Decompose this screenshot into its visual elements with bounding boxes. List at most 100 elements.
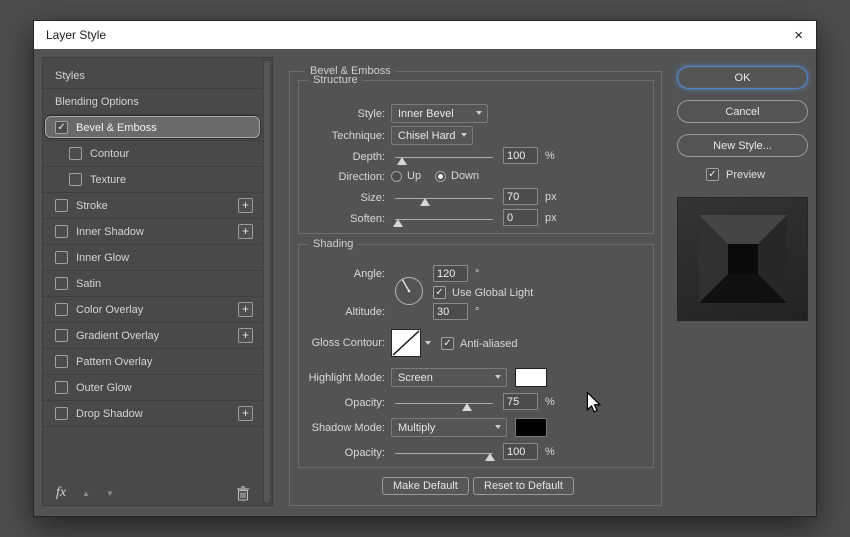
move-effect-down-icon[interactable]: ▼ [106, 489, 114, 498]
delete-effect-icon[interactable] [236, 485, 250, 501]
style-dropdown[interactable]: Inner Bevel [391, 104, 488, 123]
technique-dropdown[interactable]: Chisel Hard [391, 126, 473, 145]
angle-input[interactable] [433, 265, 468, 282]
altitude-unit: ° [475, 306, 480, 318]
sidebar-item-texture[interactable]: Texture [43, 167, 263, 193]
shadow-mode-value: Multiply [398, 421, 436, 434]
shadow-opacity-unit: % [545, 446, 555, 458]
add-effect-button[interactable]: + [238, 328, 253, 343]
effect-checkbox[interactable] [55, 355, 68, 368]
add-effect-button[interactable]: + [238, 198, 253, 213]
size-slider[interactable] [395, 191, 493, 206]
shadow-color-swatch[interactable] [515, 418, 547, 437]
shadow-opacity-slider[interactable] [395, 446, 496, 461]
sidebar-item-inner-glow[interactable]: Inner Glow [43, 245, 263, 271]
add-effect-button[interactable]: + [238, 406, 253, 421]
sidebar-item-stroke[interactable]: Stroke + [43, 193, 263, 219]
effect-checkbox[interactable] [55, 407, 68, 420]
soften-slider[interactable] [392, 212, 493, 227]
cancel-button[interactable]: Cancel [677, 100, 808, 123]
shading-group: Shading Angle: ° ✓ Use Global Light Alti… [298, 238, 654, 468]
depth-label: Depth: [352, 151, 385, 163]
slider-track [395, 403, 493, 404]
highlight-color-swatch[interactable] [515, 368, 547, 387]
effect-checkbox[interactable] [55, 303, 68, 316]
highlight-opacity-input[interactable] [503, 393, 538, 410]
sidebar-item-blending-options[interactable]: Blending Options [43, 89, 263, 115]
effect-checkbox[interactable]: ✓ [55, 121, 68, 134]
gloss-contour-swatch[interactable] [391, 329, 421, 357]
highlight-mode-dropdown[interactable]: Screen [391, 368, 507, 387]
depth-input[interactable] [503, 147, 538, 164]
sidebar-item-label: Contour [90, 147, 130, 160]
reset-to-default-button[interactable]: Reset to Default [473, 477, 574, 495]
sidebar-item-styles[interactable]: Styles [43, 63, 263, 89]
chevron-down-icon [461, 133, 467, 137]
shading-legend: Shading [308, 238, 359, 250]
effect-checkbox[interactable] [55, 225, 68, 238]
anti-aliased-label: Anti-aliased [460, 337, 518, 350]
slider-thumb[interactable] [420, 198, 431, 206]
angle-dial[interactable] [393, 275, 425, 307]
contour-picker-chevron-icon[interactable] [425, 341, 431, 345]
effect-checkbox[interactable] [69, 173, 82, 186]
sidebar-item-outer-glow[interactable]: Outer Glow [43, 375, 263, 401]
effect-checkbox[interactable] [55, 251, 68, 264]
use-global-light-checkbox[interactable]: ✓ Use Global Light [433, 286, 533, 299]
sidebar-item-label: Satin [76, 277, 102, 290]
sidebar-item-label: Inner Glow [76, 251, 130, 264]
sidebar-item-inner-shadow[interactable]: Inner Shadow + [43, 219, 263, 245]
direction-up-radio[interactable]: Up [391, 170, 421, 182]
sidebar-item-label: Pattern Overlay [76, 355, 153, 368]
scrollbar-thumb[interactable] [264, 60, 270, 503]
effect-checkbox[interactable] [69, 147, 82, 160]
soften-label: Soften: [350, 213, 385, 225]
dialog-titlebar[interactable]: Layer Style × [34, 21, 816, 49]
add-effect-button[interactable]: + [238, 302, 253, 317]
ok-button[interactable]: OK [677, 66, 808, 89]
sidebar-item-color-overlay[interactable]: Color Overlay + [43, 297, 263, 323]
sidebar-item-satin[interactable]: Satin [43, 271, 263, 297]
sidebar-scrollbar[interactable] [263, 59, 271, 504]
sidebar-item-drop-shadow[interactable]: Drop Shadow + [43, 401, 263, 427]
size-input[interactable] [503, 188, 538, 205]
effect-checkbox[interactable] [55, 329, 68, 342]
sidebar-item-label: Bevel & Emboss [76, 121, 157, 134]
effect-checkbox[interactable] [55, 381, 68, 394]
direction-down-label: Down [451, 170, 480, 182]
depth-slider[interactable] [395, 150, 493, 165]
make-default-button[interactable]: Make Default [382, 477, 469, 495]
move-effect-up-icon[interactable]: ▲ [82, 489, 90, 498]
direction-down-radio[interactable]: Down [435, 170, 479, 182]
preview-checkbox[interactable]: ✓ Preview [706, 168, 765, 181]
new-style-button[interactable]: New Style... [677, 134, 808, 157]
close-icon[interactable]: × [794, 28, 816, 43]
slider-thumb[interactable] [392, 219, 403, 227]
sidebar-item-bevel-emboss[interactable]: ✓ Bevel & Emboss [43, 115, 263, 141]
slider-thumb[interactable] [461, 403, 472, 411]
highlight-opacity-unit: % [545, 396, 555, 408]
soften-input[interactable] [503, 209, 538, 226]
slider-track [395, 219, 493, 220]
style-dropdown-value: Inner Bevel [398, 107, 454, 120]
effect-checkbox[interactable] [55, 199, 68, 212]
slider-track [395, 453, 493, 454]
shadow-opacity-input[interactable] [503, 443, 538, 460]
use-global-light-label: Use Global Light [452, 286, 534, 299]
sidebar-item-contour[interactable]: Contour [43, 141, 263, 167]
add-effect-button[interactable]: + [238, 224, 253, 239]
slider-track [395, 157, 493, 158]
sidebar-item-gradient-overlay[interactable]: Gradient Overlay + [43, 323, 263, 349]
sidebar-item-pattern-overlay[interactable]: Pattern Overlay [43, 349, 263, 375]
slider-thumb[interactable] [485, 453, 496, 461]
slider-thumb[interactable] [396, 157, 407, 165]
anti-aliased-checkbox[interactable]: ✓ Anti-aliased [441, 337, 517, 350]
check-icon: ✓ [443, 337, 452, 349]
highlight-opacity-slider[interactable] [395, 396, 493, 411]
technique-dropdown-value: Chisel Hard [398, 129, 456, 142]
altitude-input[interactable] [433, 303, 468, 320]
shadow-mode-dropdown[interactable]: Multiply [391, 418, 507, 437]
dialog-title: Layer Style [46, 28, 107, 42]
effect-checkbox[interactable] [55, 277, 68, 290]
fx-icon[interactable]: fx [56, 485, 66, 501]
